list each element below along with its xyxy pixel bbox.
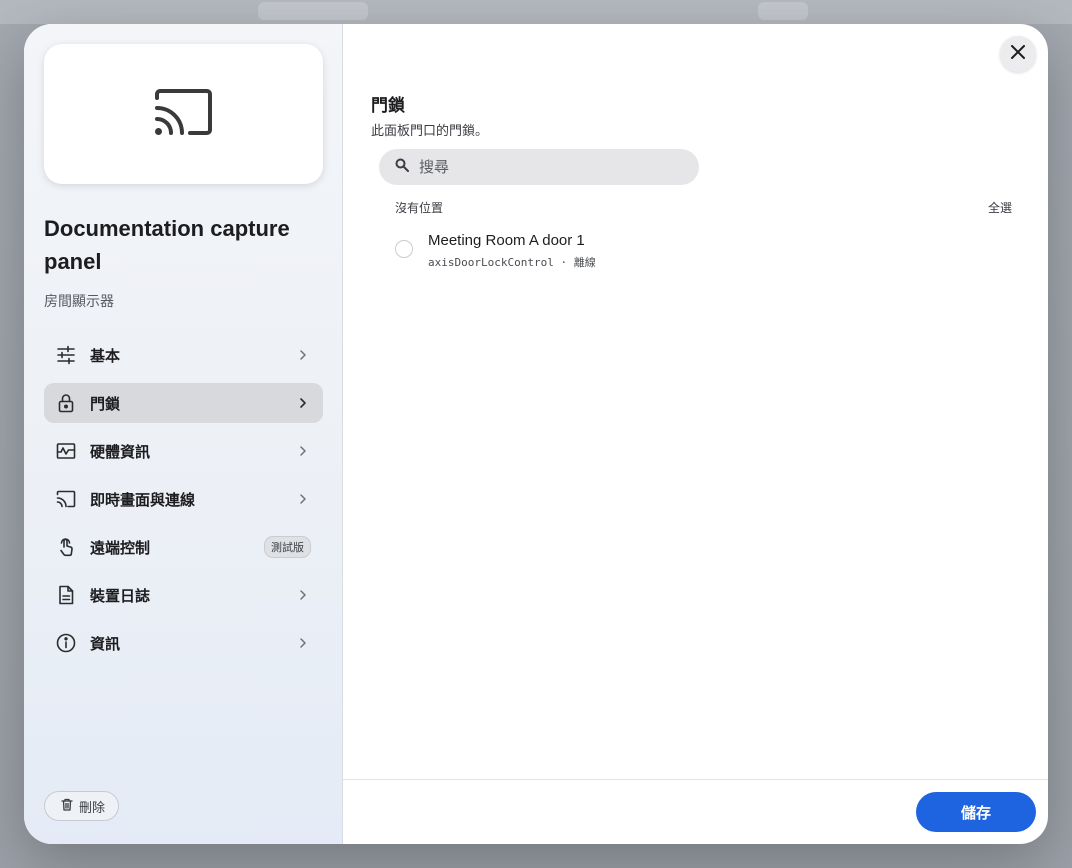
- sidebar-item-door-lock[interactable]: 門鎖: [44, 383, 323, 423]
- document-icon: [56, 585, 76, 605]
- sidebar-item-label: 裝置日誌: [90, 587, 151, 605]
- section-title: 門鎖: [371, 96, 405, 115]
- sidebar-item-label: 基本: [90, 347, 121, 365]
- chevron-right-icon: [295, 637, 311, 649]
- lock-meta: axisDoorLockControl · 離線: [428, 256, 596, 269]
- footer-bar: 儲存: [343, 779, 1048, 844]
- sidebar-item-info[interactable]: 資訊: [44, 623, 323, 663]
- beta-badge: 測試版: [264, 536, 311, 558]
- settings-main: 門鎖 此面板門口的門鎖。 沒有位置 全選 Meeting Room A door…: [343, 24, 1048, 844]
- background-pill: [758, 2, 808, 20]
- lock-icon: [56, 393, 76, 413]
- cast-icon: [154, 88, 214, 141]
- group-label: 沒有位置: [395, 201, 444, 215]
- device-title: Documentation capture panel: [44, 216, 290, 274]
- sidebar-item-remote-control[interactable]: 遠端控制 測試版: [44, 527, 323, 567]
- sidebar-item-live-view[interactable]: 即時畫面與連線: [44, 479, 323, 519]
- sidebar-item-label: 門鎖: [90, 395, 121, 413]
- list-item[interactable]: Meeting Room A door 1 axisDoorLockContro…: [395, 232, 596, 270]
- info-icon: [56, 633, 76, 653]
- chevron-right-icon: [295, 445, 311, 457]
- background-toolbar: [0, 0, 1072, 24]
- touch-icon: [56, 537, 76, 557]
- lock-status: 離線: [573, 256, 596, 269]
- search-input[interactable]: [417, 157, 681, 177]
- delete-button[interactable]: 刪除: [44, 791, 120, 821]
- section-description: 此面板門口的門鎖。: [371, 123, 489, 138]
- sidebar-item-hardware-info[interactable]: 硬體資訊: [44, 431, 323, 471]
- cast-icon: [56, 489, 76, 509]
- sidebar-item-device-logs[interactable]: 裝置日誌: [44, 575, 323, 615]
- save-button[interactable]: 儲存: [916, 792, 1036, 832]
- trash-icon: [61, 798, 73, 814]
- sliders-icon: [56, 345, 76, 365]
- settings-nav: 基本 門鎖 硬體資訊 即時畫面與連線 遠端控制 測試版 裝置日誌 資訊: [44, 335, 323, 671]
- sidebar-item-basic[interactable]: 基本: [44, 335, 323, 375]
- chevron-right-icon: [295, 589, 311, 601]
- lock-name: Meeting Room A door 1: [428, 232, 585, 249]
- delete-label: 刪除: [79, 799, 106, 815]
- lock-info: Meeting Room A door 1 axisDoorLockContro…: [428, 232, 596, 270]
- chevron-right-icon: [295, 349, 311, 361]
- close-button[interactable]: [1000, 36, 1036, 72]
- sidebar-item-label: 遠端控制: [90, 539, 151, 557]
- lock-checkbox[interactable]: [395, 240, 413, 258]
- search-field[interactable]: [379, 149, 699, 185]
- device-type: 房間顯示器: [44, 293, 114, 309]
- background-pill: [258, 2, 368, 20]
- sidebar-item-label: 即時畫面與連線: [90, 491, 196, 509]
- chevron-right-icon: [295, 397, 311, 409]
- settings-sidebar: Documentation capture panel 房間顯示器 基本 門鎖 …: [24, 24, 343, 844]
- close-icon: [1011, 44, 1025, 64]
- lock-type: axisDoorLockControl: [428, 256, 554, 269]
- select-all-button[interactable]: 全選: [988, 199, 1012, 216]
- sidebar-item-label: 硬體資訊: [90, 443, 151, 461]
- device-settings-modal: Documentation capture panel 房間顯示器 基本 門鎖 …: [24, 24, 1048, 844]
- device-preview-card: [44, 44, 323, 184]
- search-icon: [395, 158, 409, 177]
- monitor-activity-icon: [56, 441, 76, 461]
- chevron-right-icon: [295, 493, 311, 505]
- sidebar-item-label: 資訊: [90, 635, 121, 653]
